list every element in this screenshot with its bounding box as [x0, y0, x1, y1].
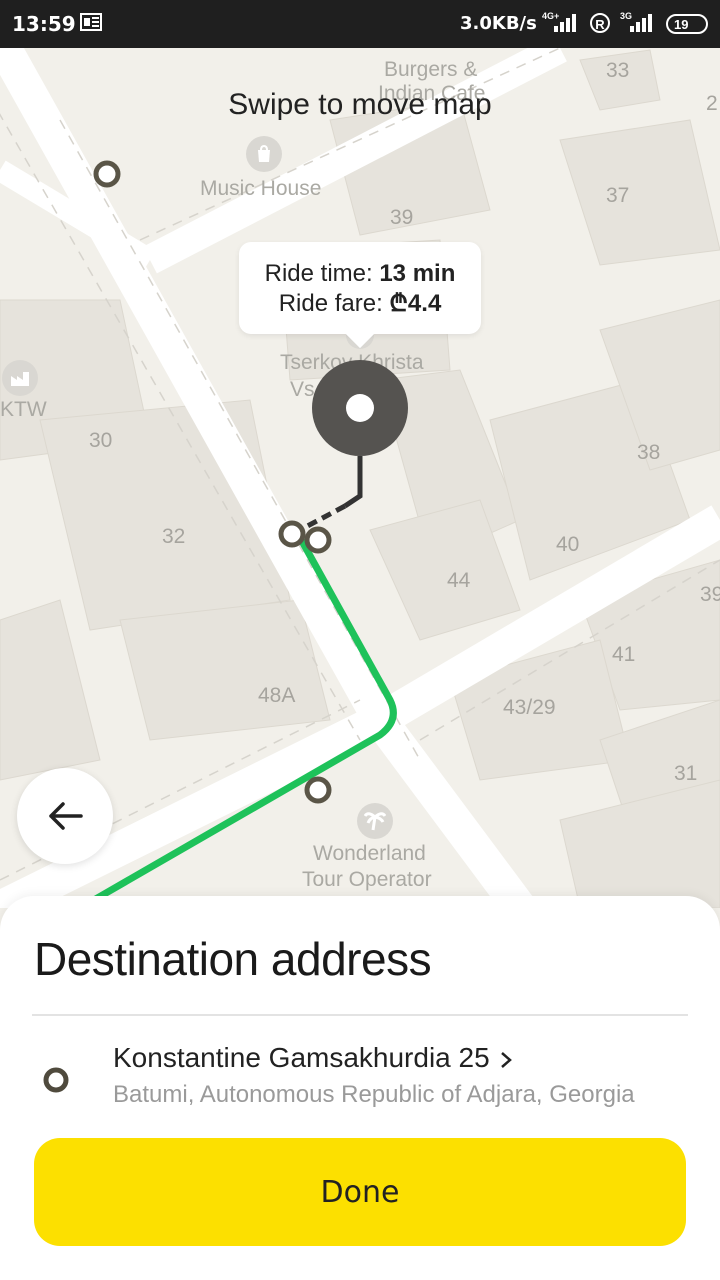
house-number: 44	[447, 569, 471, 592]
house-number: 41	[612, 643, 636, 666]
notification-icon	[80, 13, 102, 31]
destination-point-icon	[43, 1067, 69, 1093]
signal-icon-2	[630, 14, 652, 32]
house-number: 32	[162, 525, 186, 548]
address-name-text: Konstantine Gamsakhurdia 25	[113, 1042, 490, 1073]
address-name[interactable]: Konstantine Gamsakhurdia 25	[113, 1042, 513, 1074]
arrow-left-icon	[49, 802, 83, 830]
swipe-hint: Swipe to move map	[228, 88, 492, 121]
network-speed: 3.0KB/s	[460, 13, 537, 34]
chevron-right-icon	[501, 1051, 513, 1068]
poi-wonderland-label-2: Tour Operator	[302, 868, 432, 891]
ride-info-bubble: Ride time: 13 min Ride fare: ₾4.4	[239, 242, 481, 349]
status-time: 13:59	[12, 12, 76, 36]
shopping-bag-icon	[258, 144, 270, 162]
ride-time-label: Ride time:	[264, 260, 380, 287]
poi-music-house-label[interactable]: Music House	[200, 177, 321, 201]
house-number: 37	[606, 184, 630, 207]
ride-fare-line: Ride fare: ₾4.4	[239, 289, 481, 319]
factory-icon	[11, 372, 29, 386]
house-number: 48A	[258, 684, 296, 707]
battery-icon: 19	[666, 14, 708, 34]
ride-time-value: 13 min	[379, 260, 456, 287]
house-number: 43/29	[503, 696, 556, 719]
divider	[32, 1014, 688, 1016]
destination-sheet: Destination address Konstantine Gamsakhu…	[0, 896, 720, 1280]
house-number: 31	[674, 762, 698, 785]
battery-level: 19	[674, 17, 689, 32]
roaming-badge: R	[590, 13, 610, 33]
address-subtitle: Batumi, Autonomous Republic of Adjara, G…	[113, 1081, 635, 1108]
house-number: 33	[606, 59, 630, 82]
house-number: 39	[390, 206, 414, 229]
house-number: 30	[89, 429, 113, 452]
destination-pin-icon[interactable]	[312, 360, 408, 456]
house-number: 38	[637, 441, 661, 464]
done-button[interactable]: Done	[34, 1138, 686, 1246]
signal-icon	[554, 14, 576, 32]
poi-wonderland-label[interactable]: Wonderland	[313, 842, 426, 866]
palm-tree-icon	[364, 812, 386, 831]
map-view[interactable]: Burgers & Indian Cafe Music House Tserko…	[0, 48, 720, 908]
back-button[interactable]	[17, 768, 113, 864]
ride-fare-value: ₾4.4	[389, 290, 442, 317]
ride-time-line: Ride time: 13 min	[239, 259, 481, 289]
poi-ktw-label[interactable]: KTW	[0, 398, 47, 422]
sheet-title: Destination address	[34, 933, 432, 985]
poi-burgers-label: Burgers &	[384, 58, 478, 81]
ride-fare-label: Ride fare:	[278, 290, 390, 317]
house-number: 39	[700, 583, 720, 606]
status-bar: 13:59 3.0KB/s 4G+ R 3G 19	[0, 0, 720, 48]
map-canvas	[0, 48, 720, 908]
house-number: 40	[556, 533, 580, 556]
